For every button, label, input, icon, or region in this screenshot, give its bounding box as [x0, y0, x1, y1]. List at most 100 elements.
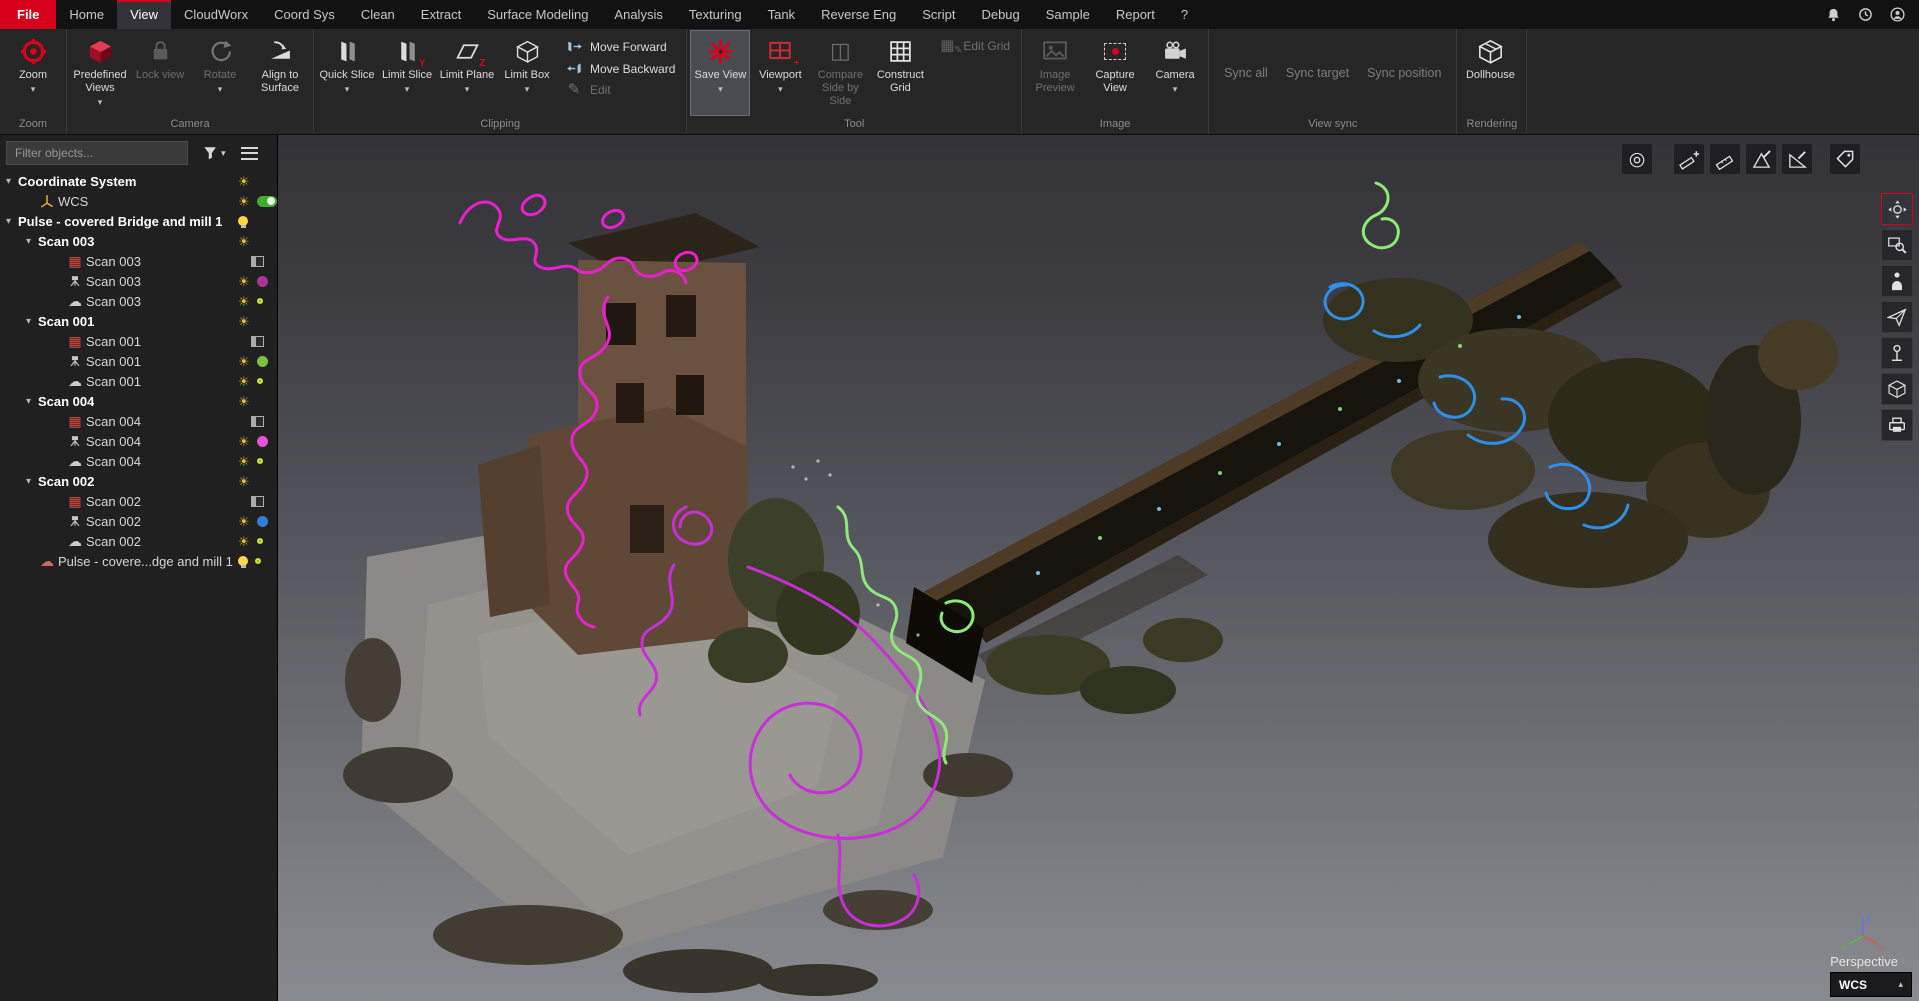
menu-tab-home[interactable]: Home — [56, 0, 117, 29]
menu-tab-cloudworx[interactable]: CloudWorx — [171, 0, 261, 29]
color-swatch[interactable] — [257, 538, 263, 544]
sun-visibility-icon[interactable]: ☀ — [238, 435, 250, 448]
sun-visibility-icon[interactable]: ☀ — [238, 515, 250, 528]
color-swatch[interactable] — [257, 516, 268, 527]
tree-item[interactable]: ☁Scan 002☀ — [0, 531, 277, 551]
tree-item[interactable]: Scan 004☀ — [0, 431, 277, 451]
axis-gizmo[interactable]: z x y — [1840, 909, 1886, 951]
expander-icon[interactable]: ▾ — [26, 396, 38, 407]
bulb-visibility-icon[interactable] — [238, 556, 248, 566]
bell-icon[interactable] — [1823, 5, 1843, 25]
measure-angle-button[interactable] — [1746, 144, 1776, 174]
panel-icon[interactable] — [251, 416, 264, 427]
filter-input[interactable] — [6, 141, 188, 165]
tree-item[interactable]: ☁Pulse - covere...dge and mill 1 — [0, 551, 277, 571]
menu-tab-tank[interactable]: Tank — [755, 0, 808, 29]
bulb-visibility-icon[interactable] — [238, 216, 248, 226]
menu-tab-clean[interactable]: Clean — [348, 0, 408, 29]
sun-visibility-icon[interactable]: ☀ — [238, 275, 250, 288]
sun-visibility-icon[interactable]: ☀ — [238, 395, 250, 408]
panel-icon[interactable] — [251, 256, 264, 267]
menu-tab-debug[interactable]: Debug — [968, 0, 1032, 29]
color-swatch[interactable] — [257, 458, 263, 464]
panel-icon[interactable] — [251, 496, 264, 507]
expander-icon[interactable]: ▾ — [6, 216, 18, 227]
coordinate-system-select[interactable]: WCS ▴ — [1830, 972, 1912, 997]
menu-tab-reverse-eng[interactable]: Reverse Eng — [808, 0, 909, 29]
ribbon-button-viewport[interactable]: +Viewport▾ — [750, 30, 810, 116]
tag-button[interactable] — [1830, 144, 1860, 174]
ribbon-button-quick-slice[interactable]: Quick Slice▾ — [317, 30, 377, 116]
zoom-window-button[interactable] — [1881, 229, 1913, 261]
sun-visibility-icon[interactable]: ☀ — [238, 175, 250, 188]
tree-item[interactable]: ▾Scan 002☀ — [0, 471, 277, 491]
tree-item[interactable]: ▦Scan 004 — [0, 411, 277, 431]
color-swatch[interactable] — [257, 378, 263, 384]
sun-visibility-icon[interactable]: ☀ — [238, 475, 250, 488]
menu-tab-view[interactable]: View — [117, 0, 171, 29]
measure-slope-button[interactable] — [1782, 144, 1812, 174]
measure-add-button[interactable] — [1674, 144, 1704, 174]
ribbon-button-move-forward[interactable]: Move Forward — [565, 38, 675, 55]
color-swatch[interactable] — [257, 276, 268, 287]
sun-visibility-icon[interactable]: ☀ — [238, 315, 250, 328]
measure-distance-button[interactable] — [1710, 144, 1740, 174]
view-options-button[interactable] — [241, 147, 258, 160]
ribbon-button-camera[interactable]: Camera▾ — [1145, 30, 1205, 116]
sun-visibility-icon[interactable]: ☀ — [238, 355, 250, 368]
expander-icon[interactable]: ▾ — [6, 176, 18, 187]
tree-item[interactable]: WCS☀ — [0, 191, 277, 211]
menu-tab-file[interactable]: File — [0, 0, 56, 29]
sun-visibility-icon[interactable]: ☀ — [238, 195, 250, 208]
toggle-switch[interactable] — [257, 196, 277, 207]
sun-visibility-icon[interactable]: ☀ — [238, 295, 250, 308]
tree-item[interactable]: Scan 002☀ — [0, 511, 277, 531]
tree-item[interactable]: ▦Scan 002 — [0, 491, 277, 511]
menu-tab-script[interactable]: Script — [909, 0, 968, 29]
ribbon-button-limit-slice[interactable]: YLimit Slice▾ — [377, 30, 437, 116]
tree-item[interactable]: ▦Scan 001 — [0, 331, 277, 351]
menu-tab-sample[interactable]: Sample — [1033, 0, 1103, 29]
ribbon-button-move-backward[interactable]: Move Backward — [565, 60, 675, 77]
tree-item[interactable]: ▾Scan 001☀ — [0, 311, 277, 331]
navigation-ball-button[interactable] — [1881, 193, 1913, 225]
tree-item[interactable]: ▾Pulse - covered Bridge and mill 1 — [0, 211, 277, 231]
view-cube-button[interactable] — [1881, 373, 1913, 405]
tree-item[interactable]: ☁Scan 003☀ — [0, 291, 277, 311]
color-swatch[interactable] — [257, 436, 268, 447]
projection-mode-label[interactable]: Perspective — [1830, 954, 1898, 969]
menu-tab-report[interactable]: Report — [1103, 0, 1168, 29]
filter-button[interactable]: ▾ — [203, 145, 226, 161]
tree-item[interactable]: Scan 001☀ — [0, 351, 277, 371]
menu-tab-coord-sys[interactable]: Coord Sys — [261, 0, 348, 29]
sun-visibility-icon[interactable]: ☀ — [238, 535, 250, 548]
ribbon-button-align-to-surface[interactable]: Align to Surface — [250, 30, 310, 116]
expander-icon[interactable]: ▾ — [26, 316, 38, 327]
panel-icon[interactable] — [251, 336, 264, 347]
expander-icon[interactable]: ▾ — [26, 476, 38, 487]
color-swatch[interactable] — [257, 298, 263, 304]
user-icon[interactable] — [1887, 5, 1907, 25]
menu-tab-extract[interactable]: Extract — [408, 0, 474, 29]
sun-visibility-icon[interactable]: ☀ — [238, 375, 250, 388]
viewport-3d[interactable]: ◎ z x y Perspective WCS ▴ — [278, 135, 1919, 1001]
ribbon-button-save-view[interactable]: Save View▾ — [690, 30, 750, 116]
tree-item[interactable]: ☁Scan 004☀ — [0, 451, 277, 471]
tree-item[interactable]: ▾Scan 004☀ — [0, 391, 277, 411]
tree-item[interactable]: Scan 003☀ — [0, 271, 277, 291]
view-target-button[interactable]: ◎ — [1622, 144, 1652, 174]
expander-icon[interactable]: ▾ — [26, 236, 38, 247]
tree-item[interactable]: ▦Scan 003 — [0, 251, 277, 271]
pivot-point-button[interactable] — [1881, 337, 1913, 369]
menu-tab-surface-modeling[interactable]: Surface Modeling — [474, 0, 601, 29]
color-swatch[interactable] — [257, 356, 268, 367]
fly-mode-button[interactable] — [1881, 301, 1913, 333]
ribbon-button-dollhouse[interactable]: Dollhouse — [1460, 30, 1520, 116]
color-swatch[interactable] — [255, 558, 261, 564]
history-icon[interactable] — [1855, 5, 1875, 25]
menu-tab-help[interactable]: ? — [1168, 0, 1201, 29]
ribbon-button-capture-view[interactable]: Capture View — [1085, 30, 1145, 116]
ribbon-button-predefined-views[interactable]: Predefined Views▾ — [70, 30, 130, 116]
human-view-button[interactable] — [1881, 265, 1913, 297]
sun-visibility-icon[interactable]: ☀ — [238, 455, 250, 468]
